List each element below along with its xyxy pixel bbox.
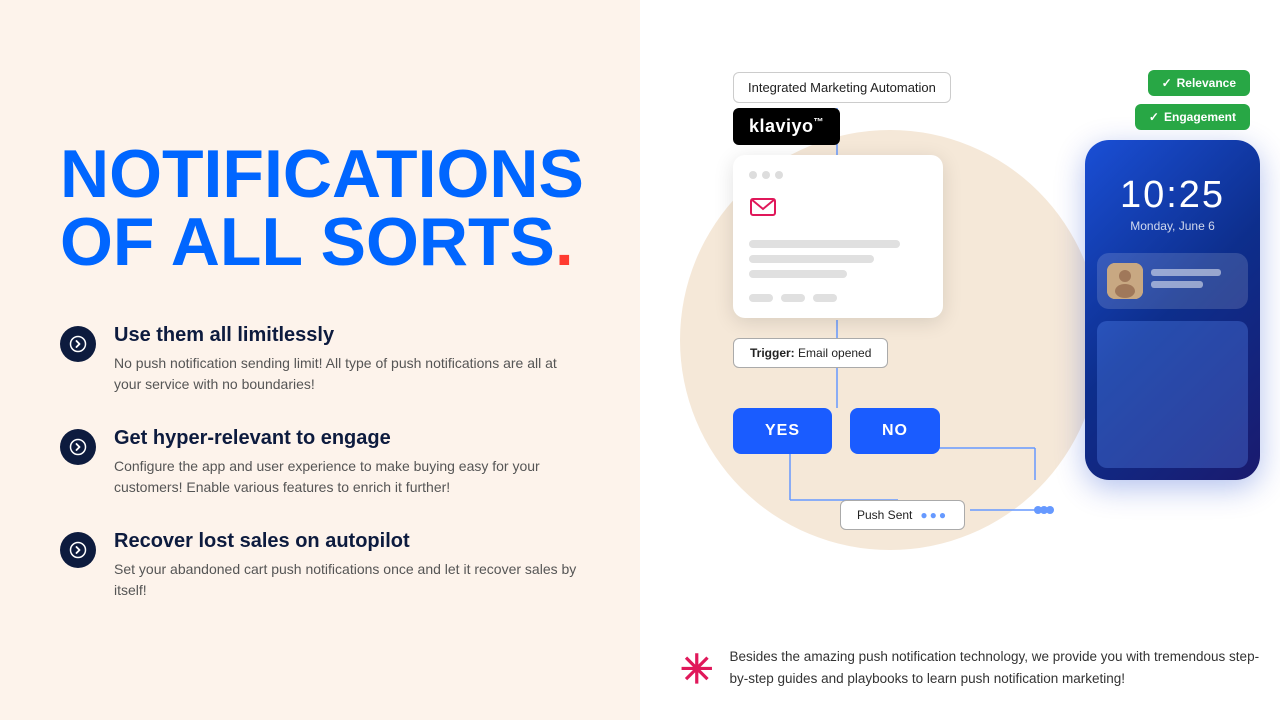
card-bottom-dot-3 xyxy=(813,294,837,302)
phone-time: 10:25 xyxy=(1120,174,1225,217)
title-dot: . xyxy=(555,204,574,280)
no-button-label: NO xyxy=(882,422,908,439)
klaviyo-text: klaviyo™ xyxy=(749,116,824,137)
right-panel: Integrated Marketing Automation ✓ Releva… xyxy=(640,0,1280,720)
push-sent-text: Push Sent xyxy=(857,508,912,522)
email-card xyxy=(733,155,943,318)
push-sent-box: Push Sent ●●● xyxy=(840,500,965,530)
arrow-right-icon xyxy=(60,326,96,362)
phone-image-area xyxy=(1097,321,1248,468)
card-bottom-dots xyxy=(749,294,927,302)
bottom-note: ✳ Besides the amazing push notification … xyxy=(680,646,1260,690)
trigger-label: Trigger: xyxy=(750,346,795,360)
yes-button[interactable]: YES xyxy=(733,408,832,454)
feature-desc-2: Set your abandoned cart push notificatio… xyxy=(114,559,580,601)
card-dot-2 xyxy=(762,171,770,179)
feature-heading-1: Get hyper-relevant to engage xyxy=(114,427,580,450)
feature-desc-0: No push notification sending limit! All … xyxy=(114,353,580,395)
card-dot-1 xyxy=(749,171,757,179)
email-card-lines xyxy=(749,240,927,278)
feature-item-autopilot: Recover lost sales on autopilot Set your… xyxy=(60,530,580,601)
card-line-1 xyxy=(749,240,900,248)
left-panel: NOTIFICATIONS OF ALL SORTS. Use them all… xyxy=(0,0,640,720)
phone-mockup: 10:25 Monday, June 6 xyxy=(1085,140,1260,480)
klaviyo-logo: klaviyo™ xyxy=(733,108,840,145)
feature-list: Use them all limitlessly No push notific… xyxy=(60,324,580,601)
card-bottom-dot-1 xyxy=(749,294,773,302)
feature-item-limitless: Use them all limitlessly No push notific… xyxy=(60,324,580,395)
relevance-badge: ✓ Relevance xyxy=(1148,70,1250,96)
feature-content-limitless: Use them all limitlessly No push notific… xyxy=(114,324,580,395)
asterisk-icon: ✳ xyxy=(680,650,714,690)
arrow-right-icon-3 xyxy=(60,532,96,568)
phone-notification-card xyxy=(1097,253,1248,309)
push-sent-dots-icon: ●●● xyxy=(920,508,948,522)
card-bottom-dot-2 xyxy=(781,294,805,302)
card-dots xyxy=(749,171,927,179)
phone-notif-image xyxy=(1107,263,1143,299)
title-line2: OF ALL SORTS xyxy=(60,204,555,280)
arrow-right-icon-2 xyxy=(60,429,96,465)
engagement-badge: ✓ Engagement xyxy=(1135,104,1250,130)
no-button[interactable]: NO xyxy=(850,408,940,454)
email-icon xyxy=(749,193,777,221)
feature-content-autopilot: Recover lost sales on autopilot Set your… xyxy=(114,530,580,601)
notif-line-1 xyxy=(1151,269,1221,276)
feature-content-relevant: Get hyper-relevant to engage Configure t… xyxy=(114,427,580,498)
main-title: NOTIFICATIONS OF ALL SORTS. xyxy=(60,140,580,276)
ima-label-text: Integrated Marketing Automation xyxy=(748,80,936,95)
card-line-2 xyxy=(749,255,874,263)
feature-heading-2: Recover lost sales on autopilot xyxy=(114,530,580,553)
engagement-badge-text: Engagement xyxy=(1164,110,1236,124)
relevance-badge-text: Relevance xyxy=(1177,76,1236,90)
feature-item-relevant: Get hyper-relevant to engage Configure t… xyxy=(60,427,580,498)
notif-line-2 xyxy=(1151,281,1203,288)
feature-desc-1: Configure the app and user experience to… xyxy=(114,456,580,498)
ima-label: Integrated Marketing Automation xyxy=(733,72,951,103)
phone-date: Monday, June 6 xyxy=(1130,219,1215,233)
phone-notif-lines xyxy=(1151,269,1238,293)
check-icon-relevance: ✓ xyxy=(1162,76,1172,90)
feature-heading-0: Use them all limitlessly xyxy=(114,324,580,347)
card-dot-3 xyxy=(775,171,783,179)
title-line1: NOTIFICATIONS xyxy=(60,136,584,212)
trigger-value: Email opened xyxy=(798,346,871,360)
check-icon-engagement: ✓ xyxy=(1149,110,1159,124)
bottom-note-text: Besides the amazing push notification te… xyxy=(730,646,1260,689)
card-line-3 xyxy=(749,270,847,278)
trigger-box: Trigger: Email opened xyxy=(733,338,888,368)
yes-button-label: YES xyxy=(765,422,800,439)
